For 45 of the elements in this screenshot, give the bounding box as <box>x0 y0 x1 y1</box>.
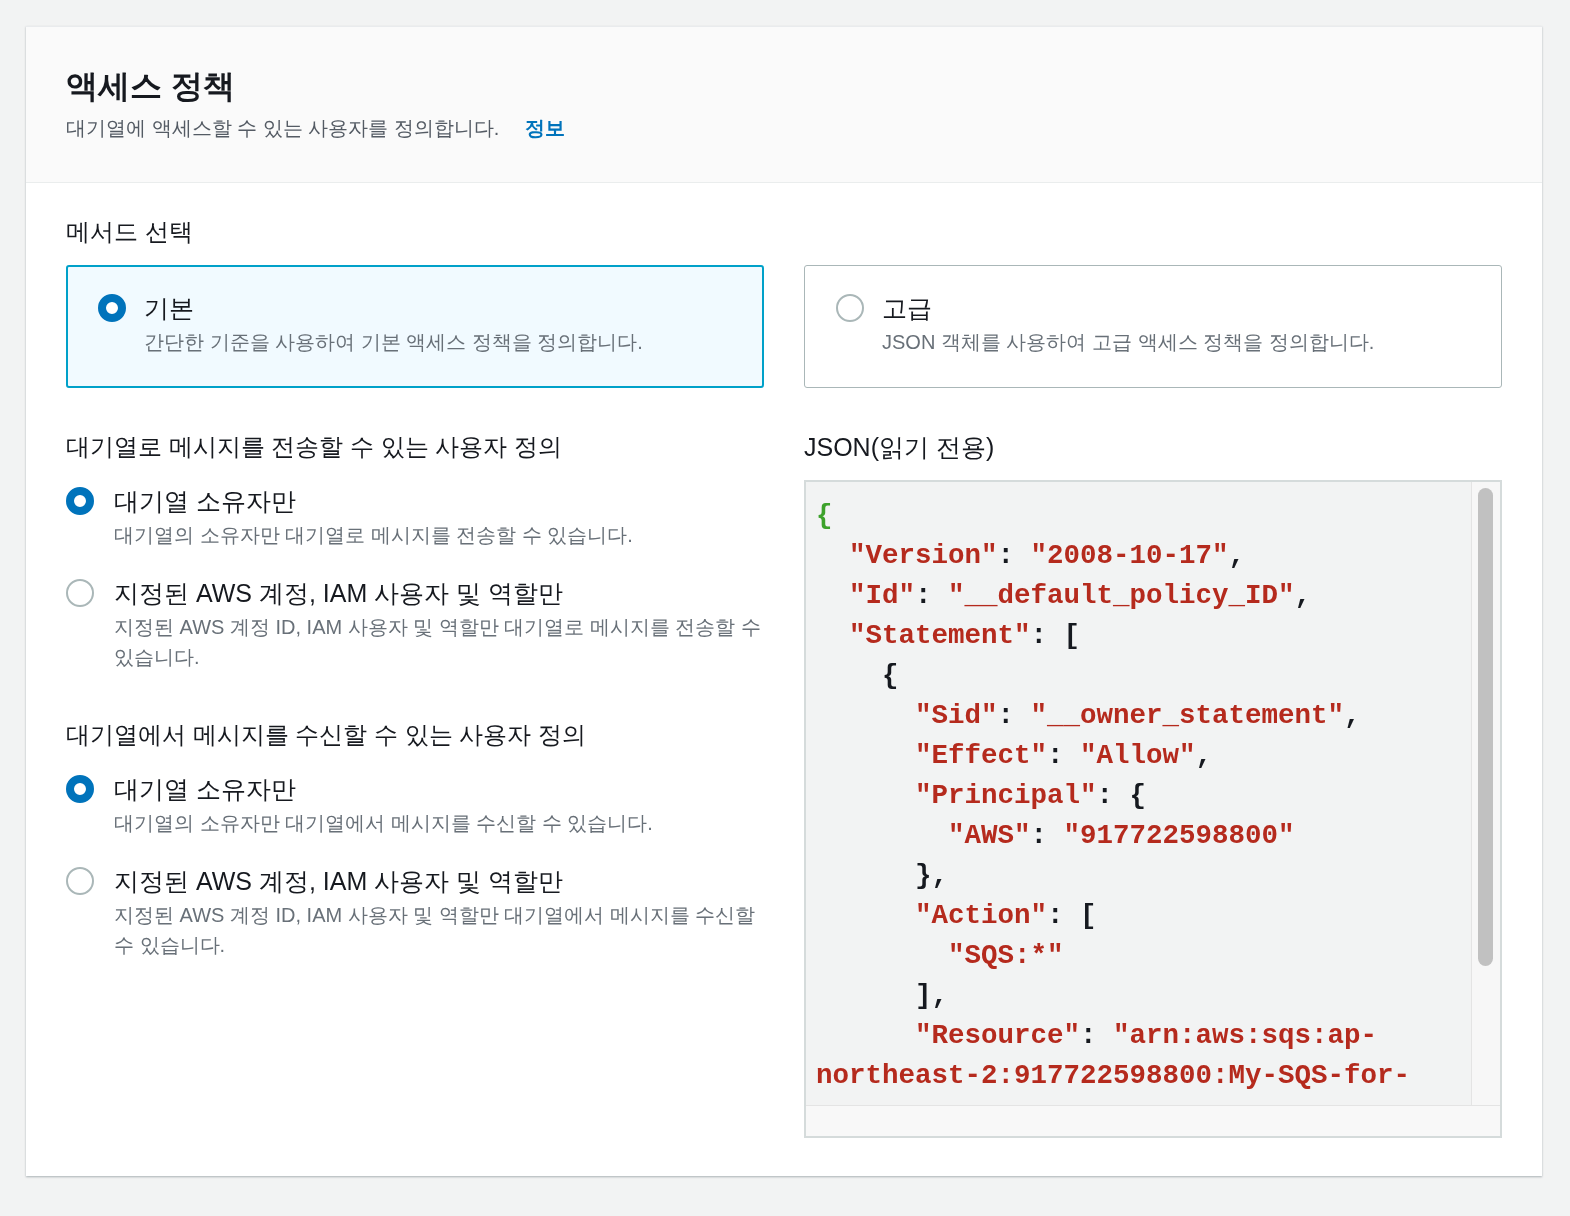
code-line: { <box>816 499 833 533</box>
code-line: "AWS": "917722598800" <box>947 819 1295 853</box>
code-line: "Sid": "__owner_statement", <box>914 699 1361 733</box>
scrollbar-thumb[interactable] <box>1478 488 1493 966</box>
code-line: "SQS:*" <box>947 939 1064 973</box>
code-line: "Statement": [ <box>848 619 1081 653</box>
code-line: "Effect": "Allow", <box>914 739 1213 773</box>
option-label: 대기열 소유자만 <box>114 774 297 804</box>
section-label: JSON(읽기 전용) <box>804 432 996 463</box>
scrollbar[interactable] <box>1471 482 1500 1106</box>
code-line: { <box>881 659 899 693</box>
code-line: "Id": "__default_policy_ID", <box>848 579 1312 613</box>
info-link[interactable]: 정보 <box>525 115 566 142</box>
option-description: 대기열의 소유자만 대기열에서 메시지를 수신할 수 있습니다. <box>114 811 653 836</box>
radio-button[interactable] <box>836 294 864 322</box>
option-description: 지정된 AWS 계정 ID, IAM 사용자 및 역할만 대기열로 메시지를 전송할 수 있습니다. <box>114 615 763 670</box>
code-line: ], <box>914 979 949 1013</box>
code-line: northeast-2:917722598800:My-SQS-for- <box>816 1059 1411 1093</box>
radio-button[interactable] <box>66 579 94 607</box>
option-label: 기본 <box>144 293 195 323</box>
option-description: 대기열의 소유자만 대기열로 메시지를 전송할 수 있습니다. <box>114 523 633 548</box>
radio-button[interactable] <box>66 867 94 895</box>
option-label: 대기열 소유자만 <box>114 486 297 516</box>
horizontal-scrollbar[interactable] <box>806 1105 1500 1136</box>
option-description: JSON 객체를 사용하여 고급 액세스 정책을 정의합니다. <box>882 330 1375 355</box>
option-label: 지정된 AWS 계정, IAM 사용자 및 역할만 <box>114 866 565 896</box>
option-description: 간단한 기준을 사용하여 기본 액세스 정책을 정의합니다. <box>144 330 643 355</box>
code-line: "Version": "2008-10-17", <box>848 539 1246 573</box>
radio-button[interactable] <box>66 775 94 803</box>
code-line: "Principal": { <box>914 779 1147 813</box>
code-line: "Action": [ <box>914 899 1097 933</box>
code-line: "Resource": "arn:aws:sqs:ap- <box>914 1019 1378 1053</box>
section-label: 메서드 선택 <box>66 217 194 247</box>
panel-title: 액세스 정책 <box>66 67 236 106</box>
section-label: 대기열로 메시지를 전송할 수 있는 사용자 정의 <box>66 432 563 462</box>
option-label: 고급 <box>882 293 933 323</box>
panel-description: 대기열에 액세스할 수 있는 사용자를 정의합니다. <box>66 116 500 141</box>
option-description: 지정된 AWS 계정 ID, IAM 사용자 및 역할만 대기열에서 메시지를 수신할 수 있습니다. <box>114 903 757 958</box>
code-line: }, <box>914 859 949 893</box>
radio-button[interactable] <box>98 294 126 322</box>
option-tile[interactable]: 고급 JSON 객체를 사용하여 고급 액세스 정책을 정의합니다. <box>804 265 1502 388</box>
option-label: 지정된 AWS 계정, IAM 사용자 및 역할만 <box>114 578 565 608</box>
radio-button[interactable] <box>66 487 94 515</box>
section-label: 대기열에서 메시지를 수신할 수 있는 사용자 정의 <box>66 720 587 750</box>
option-tile[interactable]: 기본 간단한 기준을 사용하여 기본 액세스 정책을 정의합니다. <box>66 265 764 388</box>
